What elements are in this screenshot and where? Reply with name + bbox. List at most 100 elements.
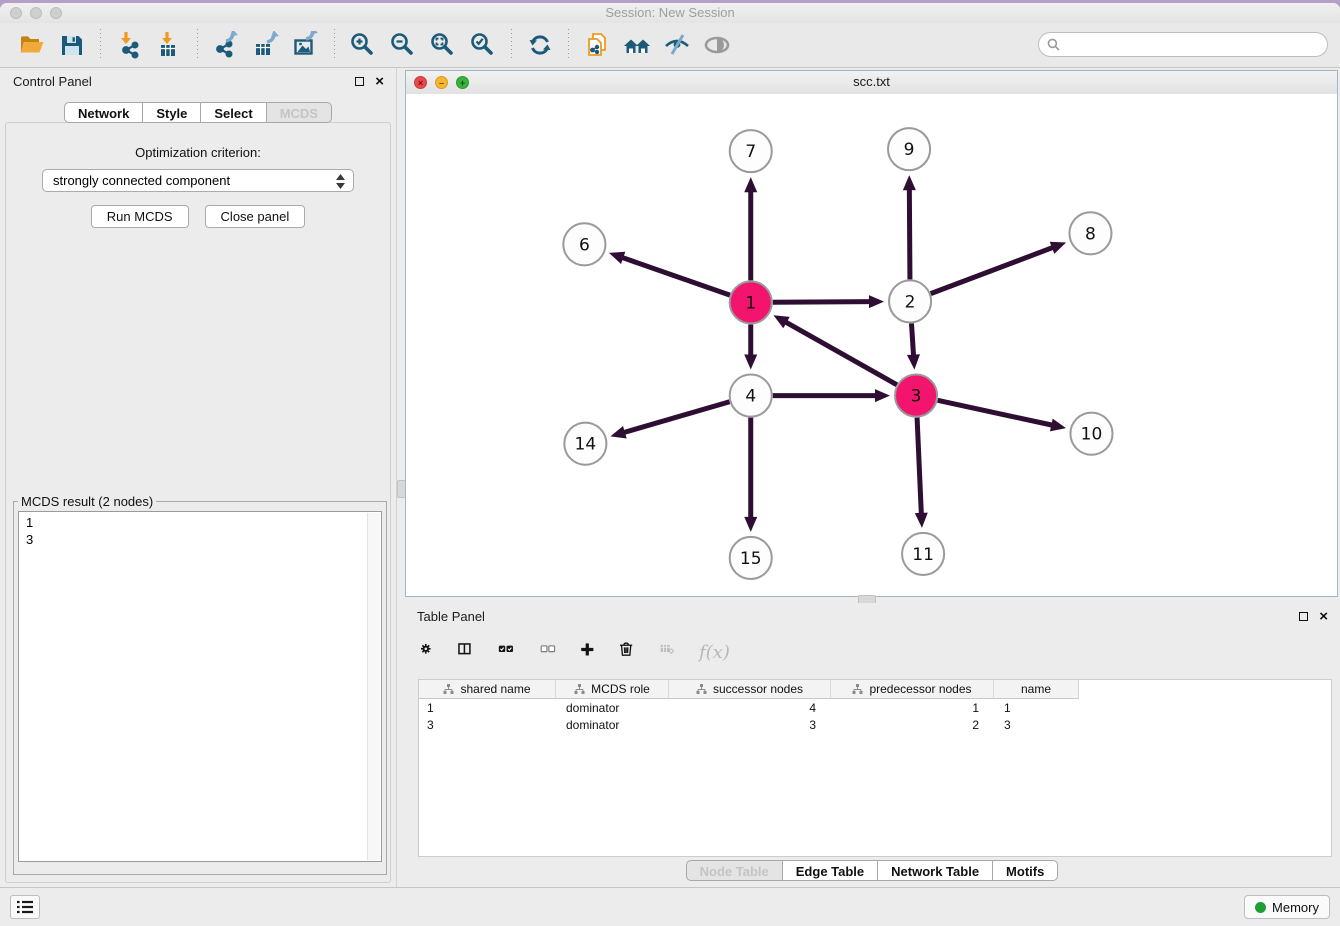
network-canvas[interactable]: 7968124314101511 [406,94,1337,596]
edge-3-11[interactable] [917,418,921,515]
toolbar-separator [334,29,335,61]
node-label-11: 11 [912,545,934,565]
column-header-label: successor nodes [713,682,803,696]
memory-button[interactable]: Memory [1244,895,1330,919]
function-disabled-icon: f(x) [699,642,730,663]
edge-1-6[interactable] [621,257,730,295]
node-label-1: 1 [745,293,756,313]
float-panel-icon[interactable] [355,77,364,86]
table-header-row: shared name MCDS role successor nodes pr… [419,680,1331,699]
cell-shared-name: 1 [419,701,556,715]
table-row[interactable]: 1dominator411 [419,700,1331,716]
cell-successor-nodes: 4 [669,701,831,715]
edge-arrow-2-8 [1050,242,1066,254]
run-mcds-button[interactable]: Run MCDS [91,205,189,228]
add-entry-icon[interactable] [580,643,600,662]
search-input[interactable] [1064,36,1327,53]
column-header-predecessor-nodes[interactable]: predecessor nodes [831,680,994,699]
criterion-dropdown[interactable]: strongly connected component [42,169,354,192]
edge-arrow-1-4 [744,355,757,370]
edge-arrow-4-3 [875,389,890,402]
column-header-shared-name[interactable]: shared name [419,680,556,699]
network-view-frame: × – + scc.txt 7968124314101511 [405,70,1338,597]
search-field[interactable] [1038,32,1328,57]
result-scrollbar[interactable] [367,513,380,860]
table-tabs: Node TableEdge TableNetwork TableMotifs [404,860,1340,881]
export-table-icon[interactable] [251,30,281,60]
node-label-7: 7 [745,142,756,162]
edge-4-14[interactable] [623,402,730,433]
zoom-selected-icon[interactable] [468,30,498,60]
edge-3-1[interactable] [785,322,897,385]
toolbar-separator [100,29,101,61]
columns-icon[interactable] [457,643,477,661]
column-header-name[interactable]: name [994,680,1079,699]
tab-style[interactable]: Style [143,102,201,123]
zoom-out-icon[interactable] [388,30,418,60]
close-panel-button[interactable]: Close panel [205,205,306,228]
tab-network[interactable]: Network [64,102,143,123]
table-disabled-icon [658,643,680,661]
mcds-result-textarea[interactable]: 13 [18,511,382,862]
node-label-6: 6 [579,235,590,255]
zoom-fit-icon[interactable] [428,30,458,60]
tab-mcds[interactable]: MCDS [267,102,332,123]
column-header-MCDS-role[interactable]: MCDS role [556,680,669,699]
column-header-successor-nodes[interactable]: successor nodes [669,680,831,699]
hide-panel-icon[interactable] [662,30,692,60]
mcds-result-line: 3 [26,531,374,548]
node-table: shared name MCDS role successor nodes pr… [418,679,1332,857]
node-label-15: 15 [740,549,762,569]
status-bar: Memory [0,887,1340,926]
close-panel-icon[interactable]: × [375,74,384,89]
show-panel-icon[interactable] [702,30,732,60]
toolbar-icons [12,29,737,61]
network-frame-titlebar: × – + scc.txt [406,71,1337,95]
zoom-in-icon[interactable] [348,30,378,60]
deselect-all-icon[interactable] [538,643,561,661]
export-network-icon[interactable] [211,30,241,60]
edge-arrow-3-11 [915,513,928,528]
main-toolbar [0,23,1340,68]
tab-motifs[interactable]: Motifs [993,860,1058,881]
tab-edge-table[interactable]: Edge Table [783,860,878,881]
column-header-label: shared name [460,682,530,696]
edge-arrow-1-2 [869,295,884,308]
task-history-button[interactable] [10,895,40,919]
delete-entry-icon[interactable] [619,642,639,662]
save-session-icon[interactable] [57,30,87,60]
cell-MCDS-role: dominator [556,701,669,715]
tab-network-table[interactable]: Network Table [878,860,993,881]
close-table-panel-icon[interactable]: × [1319,609,1328,624]
edge-2-9[interactable] [909,188,910,279]
select-all-icon[interactable] [496,643,519,661]
table-row[interactable]: 3dominator323 [419,717,1331,733]
edge-2-3[interactable] [911,323,913,356]
export-image-icon[interactable] [291,30,321,60]
edge-2-8[interactable] [931,247,1054,294]
right-column: × – + scc.txt 7968124314101511 Table Pan… [404,68,1340,888]
import-network-icon[interactable] [114,30,144,60]
cell-predecessor-nodes: 2 [831,718,994,732]
edge-1-2[interactable] [773,302,871,303]
home-icon[interactable] [622,30,652,60]
tab-node-table[interactable]: Node Table [686,860,783,881]
main-area: Control Panel × NetworkStyleSelectMCDS O… [0,68,1340,888]
node-label-8: 8 [1085,224,1096,244]
edge-3-10[interactable] [938,400,1054,425]
tab-select[interactable]: Select [201,102,266,123]
settings-icon[interactable] [420,643,438,661]
cell-successor-nodes: 3 [669,718,831,732]
toolbar-separator [568,29,569,61]
refresh-icon[interactable] [525,30,555,60]
control-panel-title: Control Panel [13,74,92,89]
import-table-icon[interactable] [154,30,184,60]
mcds-result-legend: MCDS result (2 nodes) [18,494,156,509]
mcds-result-line: 1 [26,514,374,531]
float-table-panel-icon[interactable] [1299,612,1308,621]
open-session-icon[interactable] [17,30,47,60]
memory-status-icon [1255,902,1266,913]
clone-network-icon[interactable] [582,30,612,60]
toolbar-separator [511,29,512,61]
column-header-label: predecessor nodes [869,682,971,696]
